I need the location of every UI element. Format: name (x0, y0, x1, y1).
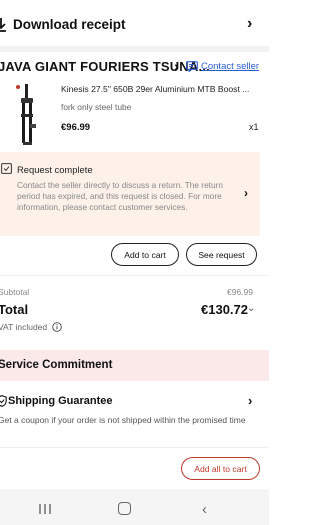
divider (0, 275, 269, 276)
recent-apps-icon[interactable] (38, 503, 52, 515)
back-icon[interactable]: ‹ (202, 501, 207, 518)
home-icon[interactable] (118, 502, 131, 515)
chevron-right-icon[interactable]: › (248, 393, 252, 408)
return-request-icon (1, 163, 12, 174)
chevron-right-icon: › (247, 15, 253, 32)
product-variant: fork only steel tube (61, 102, 132, 112)
store-row: JAVA GIANT FOURIERS TSUNA... › Contact s… (0, 58, 269, 76)
shield-icon (0, 395, 7, 407)
contact-seller-link[interactable]: Contact seller (201, 61, 259, 72)
chevron-right-icon[interactable]: › (174, 58, 179, 74)
section-separator (0, 46, 269, 52)
shipping-guarantee-description: Get a coupon if your order is not shippe… (0, 415, 246, 425)
add-all-to-cart-button[interactable]: Add all to cart (181, 457, 260, 480)
info-icon[interactable] (52, 322, 62, 332)
chat-icon (186, 61, 198, 72)
chevron-down-icon[interactable]: ⌄ (247, 303, 255, 314)
vat-label: VAT included (0, 322, 48, 332)
download-icon (0, 18, 6, 32)
subtotal-label: Subtotal (0, 287, 30, 297)
download-receipt-label: Download receipt (13, 17, 126, 32)
chevron-right-icon: › (244, 186, 248, 200)
see-request-button[interactable]: See request (186, 243, 257, 266)
system-navigation-bar: ‹ (0, 490, 269, 525)
subtotal-value: €96.99 (227, 287, 253, 297)
download-receipt-row[interactable]: Download receipt › (0, 0, 269, 50)
divider (0, 447, 269, 448)
product-price: €96.99 (61, 122, 91, 133)
service-commitment-title: Service Commitment (0, 359, 113, 371)
shipping-guarantee-title[interactable]: Shipping Guarantee (8, 395, 113, 407)
service-commitment-header: Service Commitment (0, 350, 269, 381)
add-to-cart-button[interactable]: Add to cart (111, 243, 179, 266)
request-status-title: Request complete (17, 164, 93, 175)
product-title[interactable]: Kinesis 27.5" 650B 29er Aluminium MTB Bo… (61, 84, 249, 94)
total-label: Total (0, 302, 29, 317)
total-value[interactable]: €130.72 (201, 302, 248, 317)
request-status-box[interactable]: Request complete Contact the seller dire… (0, 152, 260, 236)
request-status-text: Contact the seller directly to discuss a… (17, 180, 223, 212)
product-image[interactable] (12, 84, 42, 146)
product-quantity: x1 (249, 122, 259, 132)
